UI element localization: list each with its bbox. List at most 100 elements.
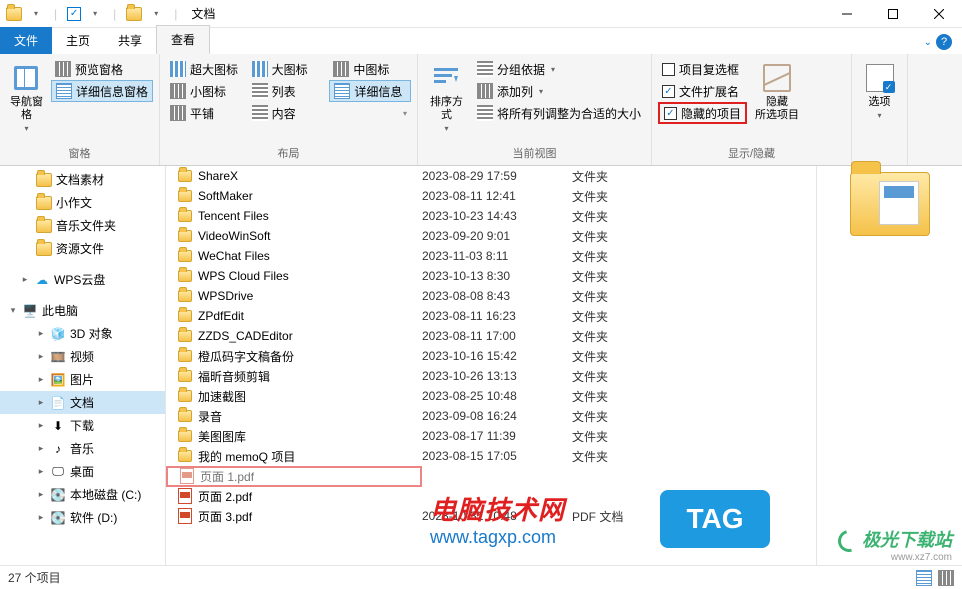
content-icon <box>252 105 268 121</box>
folder-icon <box>178 210 192 222</box>
folder-icon <box>36 195 52 211</box>
view-extra-large[interactable]: 超大图标 <box>166 58 248 80</box>
medium-icons-icon <box>333 61 349 77</box>
ribbon-collapse-icon[interactable]: ⌄ <box>924 37 932 48</box>
tab-view[interactable]: 查看 <box>156 25 210 54</box>
nav-pane-button[interactable]: 导航窗格 ▾ <box>6 58 47 137</box>
file-extensions-toggle[interactable]: ✓文件扩展名 <box>658 80 747 102</box>
tree-item[interactable]: ▸📄文档 <box>0 391 165 414</box>
preview-pane-button[interactable]: 预览窗格 <box>51 58 153 80</box>
sort-button[interactable]: 排序方式 ▾ <box>424 58 469 137</box>
checkbox-checked-icon: ✓ <box>664 107 677 120</box>
tree-item[interactable]: ▸🧊3D 对象 <box>0 322 165 345</box>
group-by-button[interactable]: 分组依据▾ <box>473 58 645 80</box>
folder-icon <box>178 370 192 382</box>
tree-item[interactable]: ▸💽软件 (D:) <box>0 506 165 529</box>
tree-item[interactable]: 小作文 <box>0 191 165 214</box>
item-checkboxes-toggle[interactable]: 项目复选框 <box>658 58 747 80</box>
titlebar: ▾ | ✓ ▾ | ▾ | 文档 <box>0 0 962 28</box>
tree-item[interactable]: ▸💽本地磁盘 (C:) <box>0 483 165 506</box>
pdf-icon <box>178 488 192 504</box>
preview-pane-icon <box>55 61 71 77</box>
tree-item[interactable]: ▸♪音乐 <box>0 437 165 460</box>
help-icon[interactable]: ? <box>936 34 952 50</box>
add-columns-button[interactable]: 添加列▾ <box>473 80 645 102</box>
file-row[interactable]: 橙瓜码字文稿备份2023-10-16 15:42文件夹 <box>166 346 816 366</box>
preview-pane <box>816 166 962 565</box>
file-row[interactable]: 美图图库2023-08-17 11:39文件夹 <box>166 426 816 446</box>
small-icons-icon <box>170 83 186 99</box>
folder-icon <box>178 190 192 202</box>
file-row[interactable]: 页面 1.pdf <box>166 466 816 486</box>
file-row[interactable]: WPSDrive2023-08-08 8:43文件夹 <box>166 286 816 306</box>
view-tiles[interactable]: 平铺 <box>166 102 248 124</box>
thumbnails-view-icon[interactable] <box>938 570 954 586</box>
file-row[interactable]: 录音2023-09-08 16:24文件夹 <box>166 406 816 426</box>
layout-more-icon[interactable]: ▾ <box>403 109 407 118</box>
desktop-icon: 🖵 <box>50 464 66 480</box>
folder-icon <box>178 390 192 402</box>
tree-item[interactable]: ▸🎞️视频 <box>0 345 165 368</box>
site-watermark: 极光下载站 www.xz7.com <box>838 526 952 563</box>
pdf-icon <box>180 468 194 484</box>
item-count: 27 个项目 <box>8 569 61 586</box>
tree-item[interactable]: 文档素材 <box>0 168 165 191</box>
options-button[interactable]: 选项 ▾ <box>860 58 900 124</box>
image-icon: 🖼️ <box>50 372 66 388</box>
view-large[interactable]: 大图标 <box>248 58 330 80</box>
disk-icon: 💽 <box>50 487 66 503</box>
file-row[interactable]: 我的 memoQ 项目2023-08-15 17:05文件夹 <box>166 446 816 466</box>
view-small[interactable]: 小图标 <box>166 80 248 102</box>
xl-icons-icon <box>170 61 186 77</box>
file-row[interactable]: ZPdfEdit2023-08-11 16:23文件夹 <box>166 306 816 326</box>
folder-icon <box>178 410 192 422</box>
tab-file[interactable]: 文件 <box>0 27 52 54</box>
view-details[interactable]: 详细信息 <box>329 80 411 102</box>
hide-icon <box>763 64 791 92</box>
folder-preview-icon <box>850 172 930 236</box>
details-pane-button[interactable]: 详细信息窗格 <box>51 80 153 102</box>
group-current-view-label: 当前视图 <box>418 143 651 165</box>
folder-icon <box>178 330 192 342</box>
folder-icon <box>36 172 52 188</box>
tree-item[interactable]: ▸🖼️图片 <box>0 368 165 391</box>
checkbox-icon <box>662 63 675 76</box>
file-row[interactable]: 福昕音频剪辑2023-10-26 13:13文件夹 <box>166 366 816 386</box>
tree-item[interactable]: 音乐文件夹 <box>0 214 165 237</box>
qat-dropdown-icon[interactable]: ▾ <box>148 6 164 22</box>
tree-item[interactable]: 资源文件 <box>0 237 165 260</box>
hide-selected-button[interactable]: 隐藏所选项目 <box>751 58 803 126</box>
maximize-button[interactable] <box>870 0 916 28</box>
list-icon <box>252 83 268 99</box>
tag-badge: TAG <box>660 490 770 548</box>
qat-chevron-icon[interactable]: ▾ <box>28 6 44 22</box>
file-row[interactable]: SoftMaker2023-08-11 12:41文件夹 <box>166 186 816 206</box>
file-row[interactable]: ZZDS_CADEditor2023-08-11 17:00文件夹 <box>166 326 816 346</box>
minimize-button[interactable] <box>824 0 870 28</box>
tree-item[interactable]: ▸🖵桌面 <box>0 460 165 483</box>
view-content[interactable]: 内容 <box>248 102 330 124</box>
close-button[interactable] <box>916 0 962 28</box>
navigation-tree[interactable]: 文档素材小作文音乐文件夹资源文件 ▸☁WPS云盘 ▾🖥️此电脑 ▸🧊3D 对象▸… <box>0 166 166 565</box>
file-row[interactable]: VideoWinSoft2023-09-20 9:01文件夹 <box>166 226 816 246</box>
file-row[interactable]: ShareX2023-08-29 17:59文件夹 <box>166 166 816 186</box>
download-icon: ⬇ <box>50 418 66 434</box>
file-row[interactable]: WPS Cloud Files2023-10-13 8:30文件夹 <box>166 266 816 286</box>
file-row[interactable]: Tencent Files2023-10-23 14:43文件夹 <box>166 206 816 226</box>
folder-icon <box>178 450 192 462</box>
group-panes-label: 窗格 <box>0 143 159 165</box>
qat-checkbox-icon[interactable]: ✓ <box>67 7 81 21</box>
tree-item[interactable]: ▸⬇下载 <box>0 414 165 437</box>
tree-wps[interactable]: ▸☁WPS云盘 <box>0 268 165 291</box>
view-medium[interactable]: 中图标 <box>329 58 411 80</box>
size-columns-button[interactable]: 将所有列调整为合适的大小 <box>473 102 645 124</box>
tree-this-pc[interactable]: ▾🖥️此电脑 <box>0 299 165 322</box>
qat-chevron-icon[interactable]: ▾ <box>87 6 103 22</box>
details-view-icon[interactable] <box>916 570 932 586</box>
tab-home[interactable]: 主页 <box>52 27 104 54</box>
tab-share[interactable]: 共享 <box>104 27 156 54</box>
file-row[interactable]: WeChat Files2023-11-03 8:11文件夹 <box>166 246 816 266</box>
file-row[interactable]: 加速截图2023-08-25 10:48文件夹 <box>166 386 816 406</box>
view-list[interactable]: 列表 <box>248 80 330 102</box>
hidden-items-toggle[interactable]: ✓隐藏的项目 <box>658 102 747 124</box>
